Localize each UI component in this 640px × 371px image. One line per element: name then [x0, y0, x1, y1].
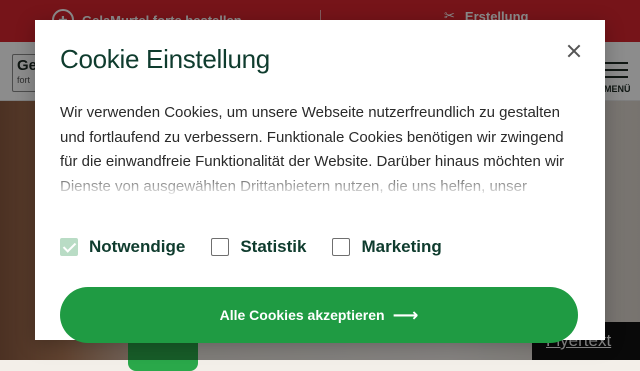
option-label: Notwendige — [89, 237, 186, 256]
option-notwendige[interactable]: Notwendige — [60, 237, 185, 257]
checkbox-notwendige[interactable] — [60, 238, 78, 256]
checkbox-statistik[interactable] — [211, 238, 230, 256]
cookie-dialog: Cookie Einstellung Wir verwenden Cookies… — [35, 20, 605, 343]
checkbox-marketing[interactable] — [332, 238, 351, 256]
option-label: Statistik — [240, 237, 307, 256]
option-label: Marketing — [361, 237, 442, 256]
option-statistik[interactable]: Statistik — [211, 237, 306, 257]
text-fade — [60, 170, 580, 215]
option-marketing[interactable]: Marketing — [332, 237, 442, 257]
accept-label: Alle Cookies akzeptieren — [219, 307, 385, 323]
accept-all-button[interactable]: Alle Cookies akzeptieren ⟶ — [60, 287, 578, 343]
cookie-options: Notwendige Statistik Marketing — [60, 237, 468, 257]
arrow-right-icon: ⟶ — [392, 305, 419, 325]
dialog-title: Cookie Einstellung — [60, 44, 270, 74]
close-icon[interactable] — [563, 40, 585, 62]
